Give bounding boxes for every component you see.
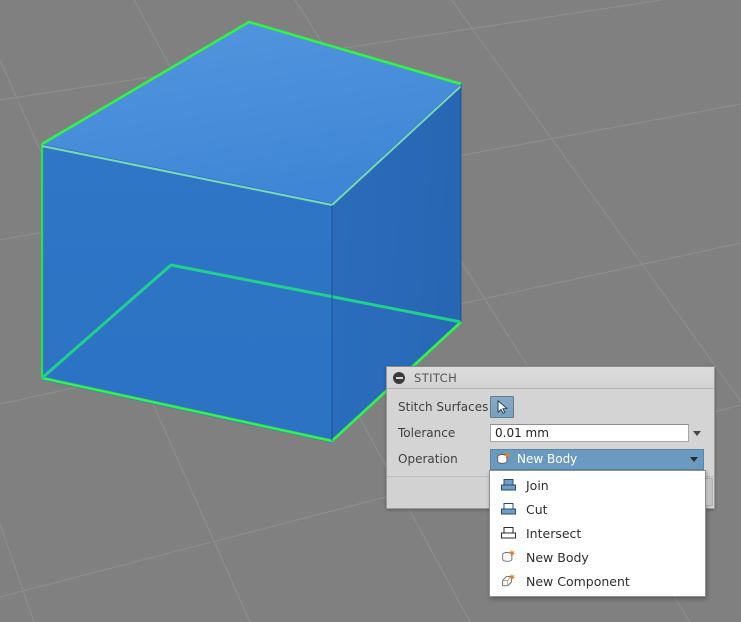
- row-stitch-surfaces: Stitch Surfaces: [387, 394, 714, 420]
- menu-item-label: New Component: [526, 573, 630, 589]
- cursor-arrow-icon: [497, 400, 507, 414]
- new-body-icon: [502, 549, 516, 562]
- selection-picker-button[interactable]: [490, 396, 514, 418]
- row-operation: Operation New Body: [387, 446, 714, 472]
- chevron-down-icon[interactable]: [690, 456, 698, 462]
- menu-item-join[interactable]: Join: [490, 473, 705, 497]
- menu-item-new-component[interactable]: New Component: [490, 569, 705, 593]
- menu-item-label: New Body: [526, 549, 589, 565]
- operation-combo-box[interactable]: New Body: [490, 448, 704, 470]
- row-tolerance: Tolerance 0.01 mm: [387, 420, 714, 446]
- new-component-icon: [502, 573, 516, 587]
- tolerance-dropdown-button[interactable]: [689, 423, 704, 443]
- menu-item-label: Intersect: [526, 525, 582, 541]
- tolerance-input[interactable]: 0.01 mm: [490, 424, 689, 442]
- cut-icon: [501, 503, 516, 515]
- minus-circle-icon[interactable]: [393, 371, 405, 384]
- join-icon: [501, 479, 516, 491]
- dialog-title: STITCH: [414, 370, 458, 385]
- intersect-icon: [501, 527, 516, 539]
- menu-item-new-body[interactable]: New Body: [490, 545, 705, 569]
- new-body-icon: [497, 451, 511, 464]
- menu-item-label: Join: [526, 477, 549, 493]
- tolerance-label: Tolerance: [398, 426, 456, 440]
- dialog-header[interactable]: STITCH: [387, 367, 714, 389]
- menu-item-intersect[interactable]: Intersect: [490, 521, 705, 545]
- chevron-down-icon: [692, 430, 701, 436]
- stitch-surfaces-label: Stitch Surfaces: [398, 400, 489, 414]
- dialog-body: Stitch Surfaces Tolerance 0.01 mm Operat…: [387, 389, 714, 476]
- menu-item-label: Cut: [526, 501, 548, 517]
- menu-item-cut[interactable]: Cut: [490, 497, 705, 521]
- operation-label: Operation: [398, 452, 458, 466]
- operation-dropdown-menu[interactable]: Join Cut Intersect New Body New Componen…: [489, 470, 706, 597]
- operation-value: New Body: [517, 452, 578, 466]
